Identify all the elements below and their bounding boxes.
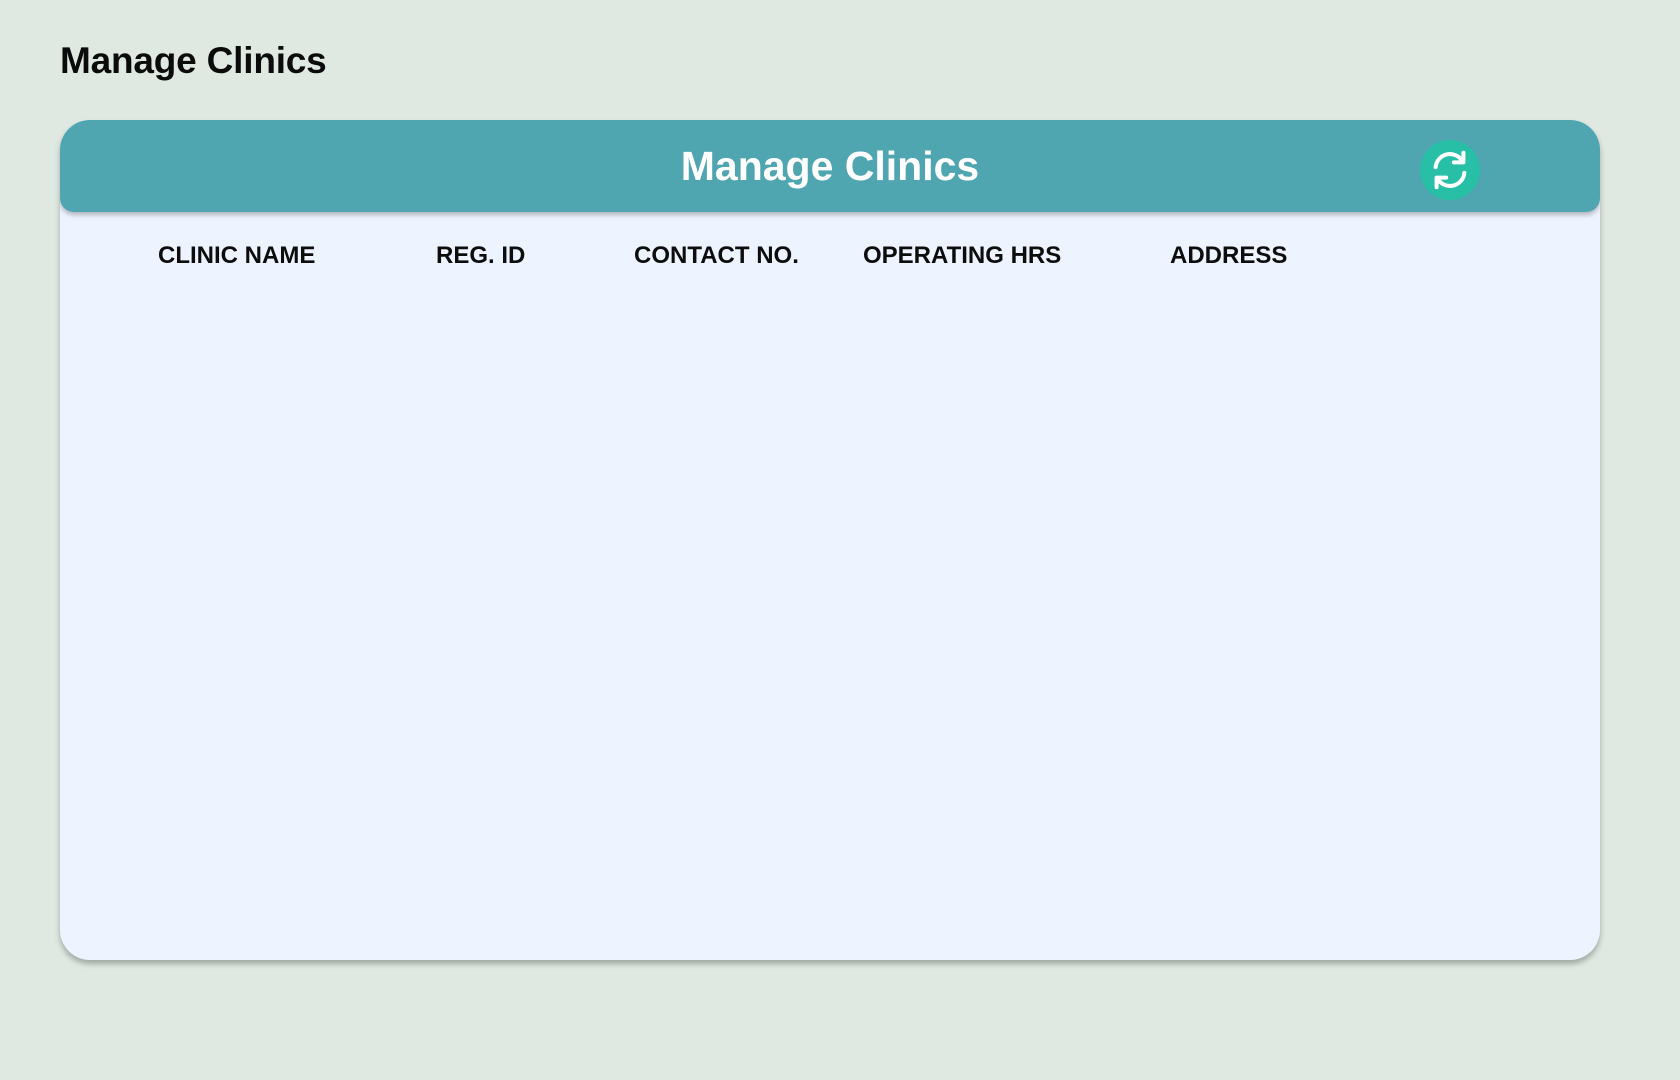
table-header-row: CLINIC NAME REG. ID CONTACT NO. OPERATIN… [60, 236, 1600, 276]
column-header-reg-id[interactable]: REG. ID [436, 236, 525, 276]
card-header: Manage Clinics [60, 120, 1600, 212]
clinics-card: Manage Clinics CLINIC NAME REG. ID CONTA… [60, 120, 1600, 960]
column-header-clinic-name[interactable]: CLINIC NAME [158, 236, 315, 276]
refresh-icon [1433, 150, 1467, 190]
page-title: Manage Clinics [60, 40, 327, 81]
column-header-contact-no[interactable]: CONTACT NO. [634, 236, 799, 276]
refresh-button[interactable] [1420, 140, 1480, 200]
column-header-address[interactable]: ADDRESS [1170, 236, 1287, 276]
card-title: Manage Clinics [680, 143, 980, 189]
column-header-operating-hrs[interactable]: OPERATING HRS [863, 236, 1061, 276]
